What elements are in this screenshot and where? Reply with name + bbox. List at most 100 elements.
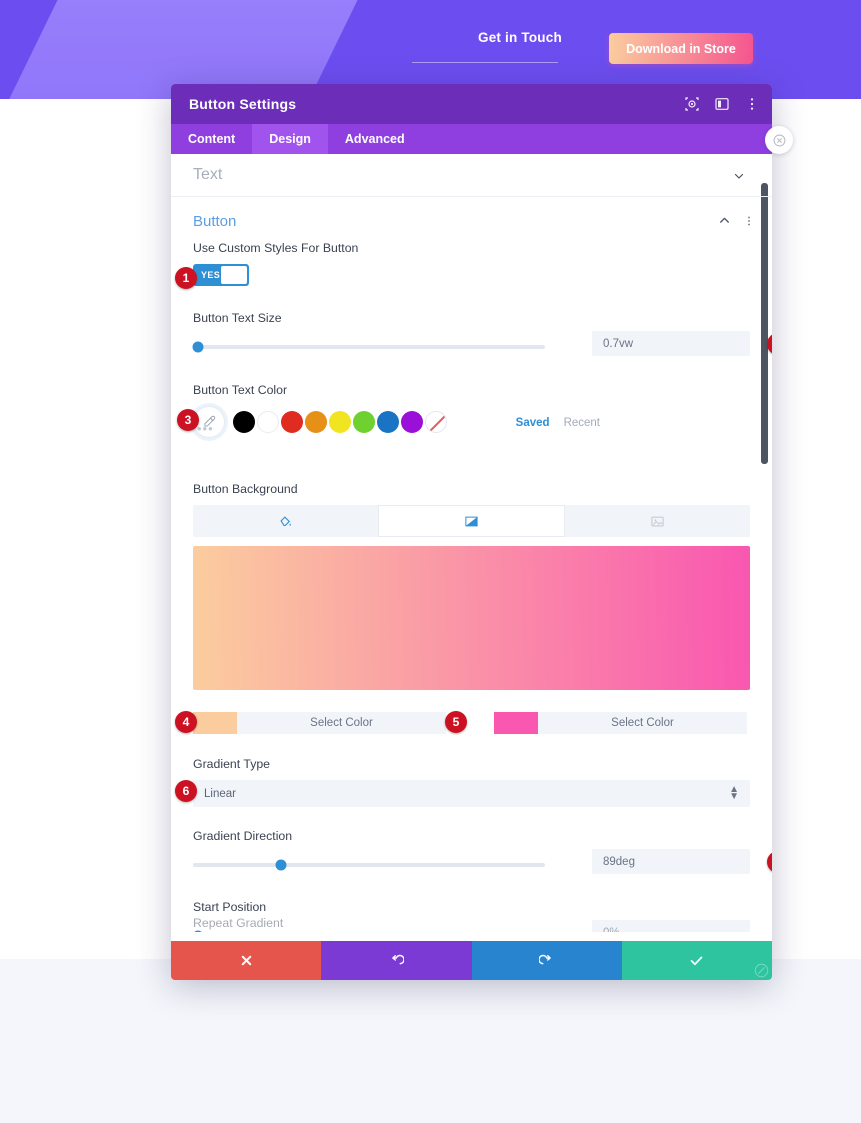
cancel-button[interactable] — [171, 941, 321, 980]
bg-tab-image[interactable] — [565, 505, 750, 537]
field-button-text-size: Button Text Size 0.7vw 2 — [171, 311, 772, 360]
stop-two-select-color-button[interactable]: Select Color — [538, 712, 747, 734]
nav-underline — [412, 62, 558, 63]
bg-tab-gradient[interactable] — [378, 505, 565, 537]
section-text-label: Text — [193, 166, 222, 184]
kebab-menu-icon[interactable] — [743, 215, 755, 227]
label-button-background: Button Background — [193, 482, 750, 496]
swatch-blue[interactable] — [377, 411, 399, 433]
tab-advanced[interactable]: Advanced — [328, 124, 422, 154]
value-start-position[interactable]: 0% — [592, 920, 750, 932]
tab-recent-colors[interactable]: Recent — [564, 417, 600, 429]
swatch-orange[interactable] — [305, 411, 327, 433]
slider-knob[interactable] — [193, 342, 204, 353]
background-type-tabs — [193, 505, 750, 537]
field-gradient-direction: Gradient Direction 89deg 7 — [171, 829, 772, 878]
save-button[interactable] — [622, 941, 772, 980]
chevron-up-icon[interactable] — [718, 214, 731, 227]
select-stepper-arrows: ▲▼ — [729, 786, 739, 800]
toggle-value-label: YES — [201, 270, 220, 280]
swatch-yellow[interactable] — [329, 411, 351, 433]
badge-7: 7 — [767, 851, 772, 873]
section-button-header[interactable]: Button — [171, 197, 772, 245]
swatch-white[interactable] — [257, 411, 279, 433]
button-settings-modal: Button Settings Content Design Advanced — [171, 84, 772, 980]
settings-scroll-area[interactable]: Text Button Use Custom Styles For Butto — [171, 154, 772, 932]
label-gradient-type: Gradient Type — [193, 757, 750, 771]
modal-close-button[interactable] — [765, 126, 793, 154]
field-button-background: Button Background — [171, 482, 772, 537]
slider-row-text-size: 0.7vw — [193, 334, 750, 360]
gradient-preview[interactable] — [193, 546, 750, 690]
swatch-transparent[interactable] — [425, 411, 447, 433]
swatch-purple[interactable] — [401, 411, 423, 433]
stop-one-color-chip[interactable] — [193, 712, 237, 734]
swatch-red[interactable] — [281, 411, 303, 433]
toggle-knob — [221, 266, 247, 284]
gradient-icon — [464, 514, 479, 529]
layout-panel-icon[interactable] — [714, 96, 730, 112]
undo-arrow-icon — [389, 953, 404, 968]
modal-tab-bar: Content Design Advanced — [171, 124, 772, 154]
badge-4: 4 — [175, 711, 197, 733]
target-icon[interactable] — [684, 96, 700, 112]
label-button-text-size: Button Text Size — [193, 311, 750, 325]
gradient-stop-row: Select Color Select Color — [193, 712, 750, 734]
slider-knob[interactable] — [276, 860, 287, 871]
nav-link-get-in-touch[interactable]: Get in Touch — [478, 30, 562, 45]
modal-action-bar — [171, 941, 772, 980]
tab-saved-colors[interactable]: Saved — [516, 417, 550, 429]
section-button-title: Button — [193, 213, 236, 230]
field-button-text-color: Button Text Color ••• — [171, 383, 772, 438]
label-start-position: Start Position — [193, 900, 750, 914]
slider-button-text-size[interactable] — [193, 345, 545, 349]
download-in-store-button[interactable]: Download in Store — [609, 33, 753, 64]
redo-button[interactable] — [472, 941, 622, 980]
chevron-down-icon — [733, 170, 745, 182]
tab-content[interactable]: Content — [171, 124, 252, 154]
label-gradient-direction: Gradient Direction — [193, 829, 750, 843]
redo-arrow-icon — [539, 953, 554, 968]
undo-button[interactable] — [321, 941, 471, 980]
gradient-stop-two: Select Color — [494, 712, 747, 734]
saved-recent-tabs: Saved Recent — [516, 417, 600, 429]
badge-6: 6 — [175, 780, 197, 802]
value-gradient-direction[interactable]: 89deg — [592, 849, 750, 874]
field-gradient-stops: Select Color Select Color 4 5 — [171, 712, 772, 734]
slider-row-gradient-direction: 89deg — [193, 852, 750, 878]
slider-knob[interactable] — [193, 931, 204, 933]
toggle-use-custom-styles[interactable]: YES — [193, 264, 249, 286]
badge-3: 3 — [177, 409, 199, 431]
close-circle-icon — [773, 134, 786, 147]
label-button-text-color: Button Text Color — [193, 383, 750, 397]
section-button-actions — [718, 214, 755, 227]
label-repeat-gradient: Repeat Gradient — [193, 916, 283, 930]
page-body-tint — [0, 959, 861, 1123]
kebab-menu-icon[interactable] — [744, 96, 760, 112]
badge-1: 1 — [175, 267, 197, 289]
modal-title-bar: Button Settings — [171, 84, 772, 124]
resize-handle-icon[interactable] — [754, 963, 769, 978]
badge-2: 2 — [767, 333, 772, 355]
color-swatch-row — [193, 406, 750, 438]
select-gradient-type[interactable]: Linear ▲▼ — [193, 780, 750, 807]
slider-gradient-direction[interactable] — [193, 863, 545, 867]
label-use-custom-styles: Use Custom Styles For Button — [193, 241, 750, 255]
field-gradient-type: Gradient Type Linear ▲▼ 6 — [171, 757, 772, 807]
tab-design[interactable]: Design — [252, 124, 328, 154]
checkmark-icon — [689, 953, 704, 968]
value-button-text-size[interactable]: 0.7vw — [592, 331, 750, 356]
field-gradient-preview — [171, 546, 772, 690]
stop-one-select-color-button[interactable]: Select Color — [237, 712, 446, 734]
bg-tab-solid-color[interactable] — [193, 505, 378, 537]
paint-bucket-icon — [278, 514, 293, 529]
image-icon — [650, 514, 665, 529]
swatch-black[interactable] — [233, 411, 255, 433]
modal-title-icons — [684, 84, 760, 124]
field-custom-styles: Use Custom Styles For Button YES 1 — [171, 241, 772, 286]
section-text-collapsed[interactable]: Text — [171, 154, 772, 197]
select-gradient-type-value: Linear — [204, 788, 236, 800]
swatch-green[interactable] — [353, 411, 375, 433]
more-colors-dots[interactable]: ••• — [197, 421, 214, 436]
stop-two-color-chip[interactable] — [494, 712, 538, 734]
